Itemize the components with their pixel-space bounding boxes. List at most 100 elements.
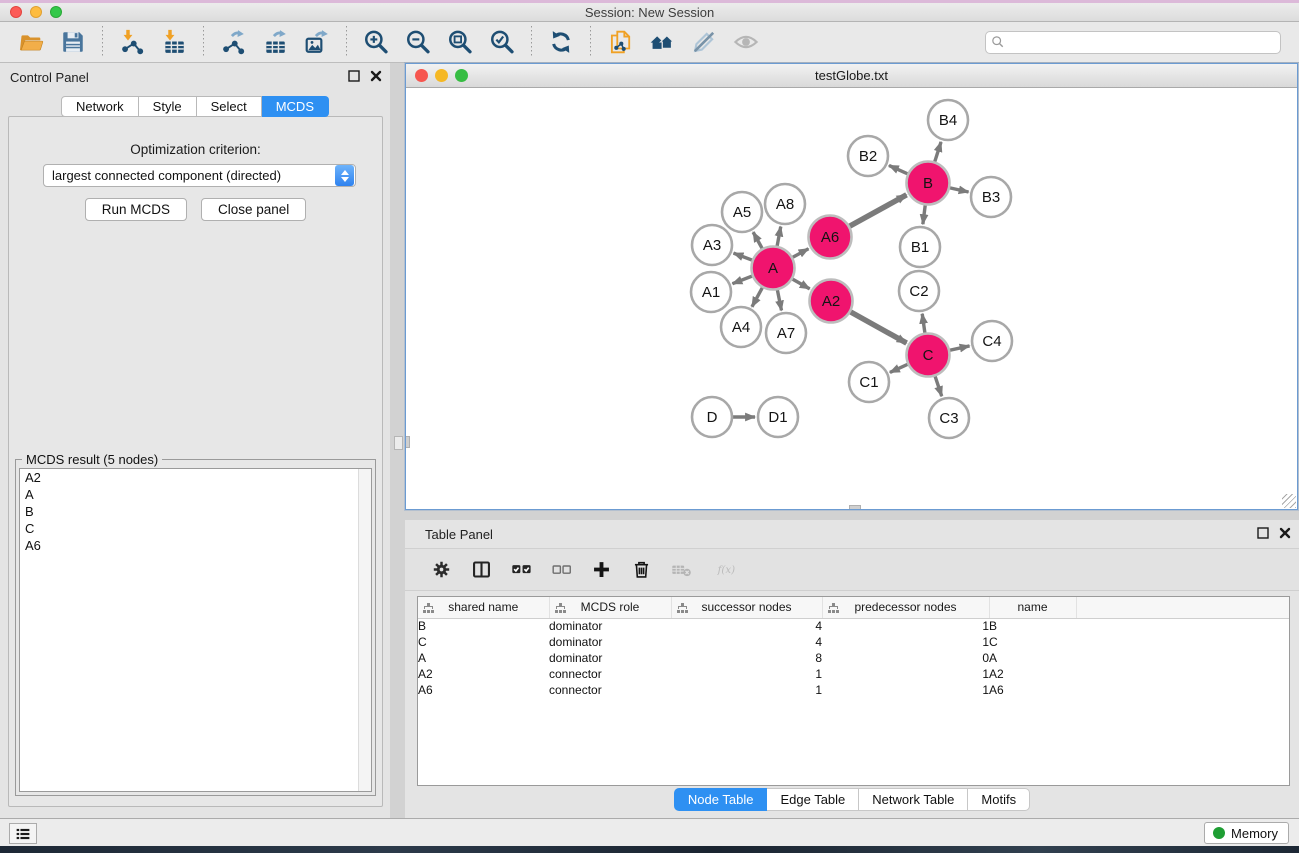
tab-mcds[interactable]: MCDS: [262, 96, 329, 117]
resize-grip-icon[interactable]: [1282, 494, 1296, 508]
criterion-select[interactable]: largest connected component (directed): [43, 164, 356, 187]
cell[interactable]: 1: [822, 666, 989, 682]
cell[interactable]: A: [989, 650, 1076, 666]
tab-edge-table[interactable]: Edge Table: [767, 788, 859, 811]
cell[interactable]: C: [418, 634, 549, 650]
run-mcds-button[interactable]: Run MCDS: [85, 198, 187, 221]
open-session-button[interactable]: [14, 26, 48, 58]
search-field[interactable]: [985, 31, 1281, 54]
apply-layout-button[interactable]: [544, 26, 578, 58]
cell[interactable]: A2: [418, 666, 549, 682]
cell[interactable]: dominator: [549, 618, 671, 634]
graph-node-A3[interactable]: A3: [692, 225, 732, 265]
column-header-empty[interactable]: [1076, 597, 1289, 618]
close-panel-icon[interactable]: [370, 70, 382, 82]
table-settings-button[interactable]: [426, 555, 456, 585]
graph-node-A5[interactable]: A5: [722, 192, 762, 232]
tab-network[interactable]: Network: [61, 96, 139, 117]
horizontal-scroll-nub[interactable]: [849, 505, 861, 509]
cell[interactable]: 0: [822, 650, 989, 666]
column-header-name[interactable]: name: [989, 597, 1076, 618]
graph-node-B[interactable]: B: [907, 162, 950, 205]
save-session-button[interactable]: [56, 26, 90, 58]
cell[interactable]: 4: [671, 618, 822, 634]
cell[interactable]: A2: [989, 666, 1076, 682]
graph-node-C2[interactable]: C2: [899, 271, 939, 311]
close-panel-button[interactable]: Close panel: [201, 198, 306, 221]
table-row[interactable]: A6connector11A6: [418, 682, 1289, 698]
graph-node-A2[interactable]: A2: [810, 280, 853, 323]
toggle-column-display-button[interactable]: [466, 555, 496, 585]
mcds-result-list[interactable]: A2ABCA6: [19, 468, 372, 792]
table-row[interactable]: Cdominator41C: [418, 634, 1289, 650]
show-hide-button[interactable]: [729, 26, 763, 58]
zoom-fit-content-button[interactable]: [443, 26, 477, 58]
first-neighbors-button[interactable]: [645, 26, 679, 58]
cell[interactable]: [1076, 650, 1289, 666]
cell[interactable]: 1: [822, 618, 989, 634]
task-history-button[interactable]: [9, 823, 37, 844]
graph-node-D1[interactable]: D1: [758, 397, 798, 437]
search-input[interactable]: [1005, 33, 1280, 51]
table-row[interactable]: Bdominator41B: [418, 618, 1289, 634]
cell[interactable]: 4: [671, 634, 822, 650]
result-scrollbar[interactable]: [358, 469, 371, 791]
result-item[interactable]: A: [20, 486, 371, 503]
tab-style[interactable]: Style: [139, 96, 197, 117]
graph-node-C3[interactable]: C3: [929, 398, 969, 438]
zoom-in-button[interactable]: [359, 26, 393, 58]
cell[interactable]: [1076, 618, 1289, 634]
network-canvas[interactable]: AA1A2A3A4A5A6A7A8BB1B2B3B4CC1C2C3C4DD1: [406, 88, 1297, 509]
graph-node-C1[interactable]: C1: [849, 362, 889, 402]
delete-table-button[interactable]: [666, 555, 696, 585]
column-header-predecessor-nodes[interactable]: predecessor nodes: [822, 597, 989, 618]
cell[interactable]: 1: [822, 634, 989, 650]
cell[interactable]: C: [989, 634, 1076, 650]
cell[interactable]: B: [989, 618, 1076, 634]
cell[interactable]: [1076, 634, 1289, 650]
delete-columns-button[interactable]: [626, 555, 656, 585]
graph-node-B3[interactable]: B3: [971, 177, 1011, 217]
graph-node-D[interactable]: D: [692, 397, 732, 437]
memory-button[interactable]: Memory: [1204, 822, 1289, 844]
column-header-shared-name[interactable]: shared name: [418, 597, 549, 618]
tab-motifs[interactable]: Motifs: [968, 788, 1030, 811]
graph-node-B1[interactable]: B1: [900, 227, 940, 267]
column-header-successor-nodes[interactable]: successor nodes: [671, 597, 822, 618]
import-network-button[interactable]: [115, 26, 149, 58]
graph-node-A[interactable]: A: [752, 247, 795, 290]
zoom-selected-button[interactable]: [485, 26, 519, 58]
tab-network-table[interactable]: Network Table: [859, 788, 968, 811]
cell[interactable]: 1: [671, 682, 822, 698]
result-item[interactable]: A6: [20, 537, 371, 554]
export-image-button[interactable]: [300, 26, 334, 58]
result-item[interactable]: A2: [20, 469, 371, 486]
toggle-style-button[interactable]: [687, 26, 721, 58]
close-table-panel-icon[interactable]: [1279, 527, 1291, 539]
graph-node-A8[interactable]: A8: [765, 184, 805, 224]
graph-node-C[interactable]: C: [907, 334, 950, 377]
function-builder-button[interactable]: f(x): [706, 555, 748, 585]
import-table-button[interactable]: [157, 26, 191, 58]
tab-select[interactable]: Select: [197, 96, 262, 117]
cell[interactable]: dominator: [549, 650, 671, 666]
float-table-panel-icon[interactable]: [1257, 527, 1269, 539]
graph-node-A6[interactable]: A6: [809, 216, 852, 259]
export-table-button[interactable]: [258, 26, 292, 58]
table-row[interactable]: A2connector11A2: [418, 666, 1289, 682]
select-all-columns-button[interactable]: [506, 555, 536, 585]
vertical-scroll-nub[interactable]: [406, 436, 410, 448]
cell[interactable]: A6: [418, 682, 549, 698]
float-panel-icon[interactable]: [348, 70, 360, 82]
export-network-button[interactable]: [216, 26, 250, 58]
clone-network-button[interactable]: [603, 26, 637, 58]
graph-node-B2[interactable]: B2: [848, 136, 888, 176]
graph-node-B4[interactable]: B4: [928, 100, 968, 140]
unselect-all-columns-button[interactable]: [546, 555, 576, 585]
network-window-titlebar[interactable]: testGlobe.txt: [406, 64, 1297, 88]
result-item[interactable]: C: [20, 520, 371, 537]
panel-splitter-handle[interactable]: [394, 436, 403, 450]
cell[interactable]: 1: [671, 666, 822, 682]
cell[interactable]: connector: [549, 666, 671, 682]
cell[interactable]: B: [418, 618, 549, 634]
